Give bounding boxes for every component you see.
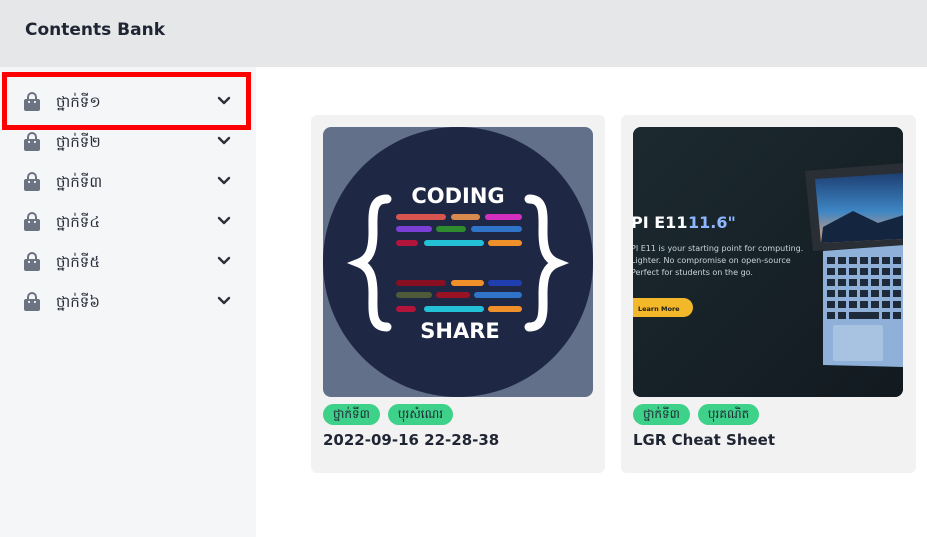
laptop-ad-image: PI E11 11.6" PI E11 is your starting poi… <box>633 127 903 397</box>
card-thumbnail[interactable]: CODING SHARE <box>323 127 593 397</box>
chevron-down-icon <box>217 216 231 225</box>
sidebar-item-label: ថ្នាក់ទី២ <box>56 133 101 151</box>
sidebar-item-grade-1[interactable]: ថ្នាក់ទី១ <box>0 83 256 123</box>
ad-copy-line-3: Perfect for students on the go. <box>633 268 753 277</box>
shopping-bag-icon <box>24 252 40 271</box>
logo-bottom-text: SHARE <box>420 319 499 343</box>
sidebar-item-grade-4[interactable]: ថ្នាក់ទី៤ <box>0 203 256 243</box>
ad-copy-line-1: PI E11 is your starting point for comput… <box>633 244 803 253</box>
tag-badge[interactable]: ថ្នាក់ទី៣ <box>323 404 380 425</box>
card-tags: ថ្នាក់ទី៣ បុរសំណេរ <box>323 404 454 425</box>
ad-learn-more-button: Learn More <box>638 305 680 313</box>
sidebar-item-grade-3[interactable]: ថ្នាក់ទី៣ <box>0 163 256 203</box>
sidebar-item-label: ថ្នាក់ទី៣ <box>56 173 103 191</box>
card-title[interactable]: LGR Cheat Sheet <box>633 431 775 449</box>
tag-badge[interactable]: ថ្នាក់ទី៣ <box>633 404 690 425</box>
sidebar-item-grade-5[interactable]: ថ្នាក់ទី៥ <box>0 243 256 283</box>
shopping-bag-icon <box>24 212 40 231</box>
sidebar-item-label: ថ្នាក់ទី៥ <box>56 253 100 271</box>
coding-share-logo: CODING SHARE <box>323 127 593 397</box>
card-thumbnail[interactable]: PI E11 11.6" PI E11 is your starting poi… <box>633 127 903 397</box>
card-tags: ថ្នាក់ទី៣ បុរគណិត <box>633 404 760 425</box>
sidebar-item-label: ថ្នាក់ទី៤ <box>56 213 100 231</box>
content-card[interactable]: PI E11 11.6" PI E11 is your starting poi… <box>621 115 916 473</box>
tag-badge[interactable]: បុរសំណេរ <box>387 404 454 425</box>
sidebar-item-grade-6[interactable]: ថ្នាក់ទី៦ <box>0 283 256 323</box>
chevron-down-icon <box>217 296 231 305</box>
shopping-bag-icon <box>24 172 40 191</box>
shopping-bag-icon <box>24 132 40 151</box>
chevron-down-icon <box>217 256 231 265</box>
chevron-down-icon <box>217 136 231 145</box>
sidebar-item-grade-2[interactable]: ថ្នាក់ទី២ <box>0 123 256 163</box>
shopping-bag-icon <box>24 292 40 311</box>
app-title: Contents Bank <box>25 20 166 40</box>
ad-heading-accent: 11.6" <box>688 213 736 232</box>
chevron-down-icon <box>217 96 231 105</box>
sidebar-item-label: ថ្នាក់ទី៦ <box>56 293 100 311</box>
chevron-down-icon <box>217 176 231 185</box>
content-card[interactable]: CODING SHARE ថ្នាក់ទី៣ បុរសំណេរ 2022-09-… <box>311 115 605 473</box>
sidebar-item-label: ថ្នាក់ទី១ <box>56 93 101 111</box>
sidebar: ថ្នាក់ទី១ ថ្នាក់ទី២ ថ្នាក់ទី៣ ថ្នាក់ទី៤ <box>0 67 256 537</box>
top-bar: Contents Bank <box>0 0 927 67</box>
card-title[interactable]: 2022-09-16 22-28-38 <box>323 431 499 449</box>
ad-copy-line-2: Lighter. No compromise on open-source <box>633 256 791 265</box>
logo-top-text: CODING <box>411 184 504 208</box>
shopping-bag-icon <box>24 92 40 111</box>
tag-badge[interactable]: បុរគណិត <box>697 404 760 425</box>
ad-heading: PI E11 <box>633 213 687 232</box>
